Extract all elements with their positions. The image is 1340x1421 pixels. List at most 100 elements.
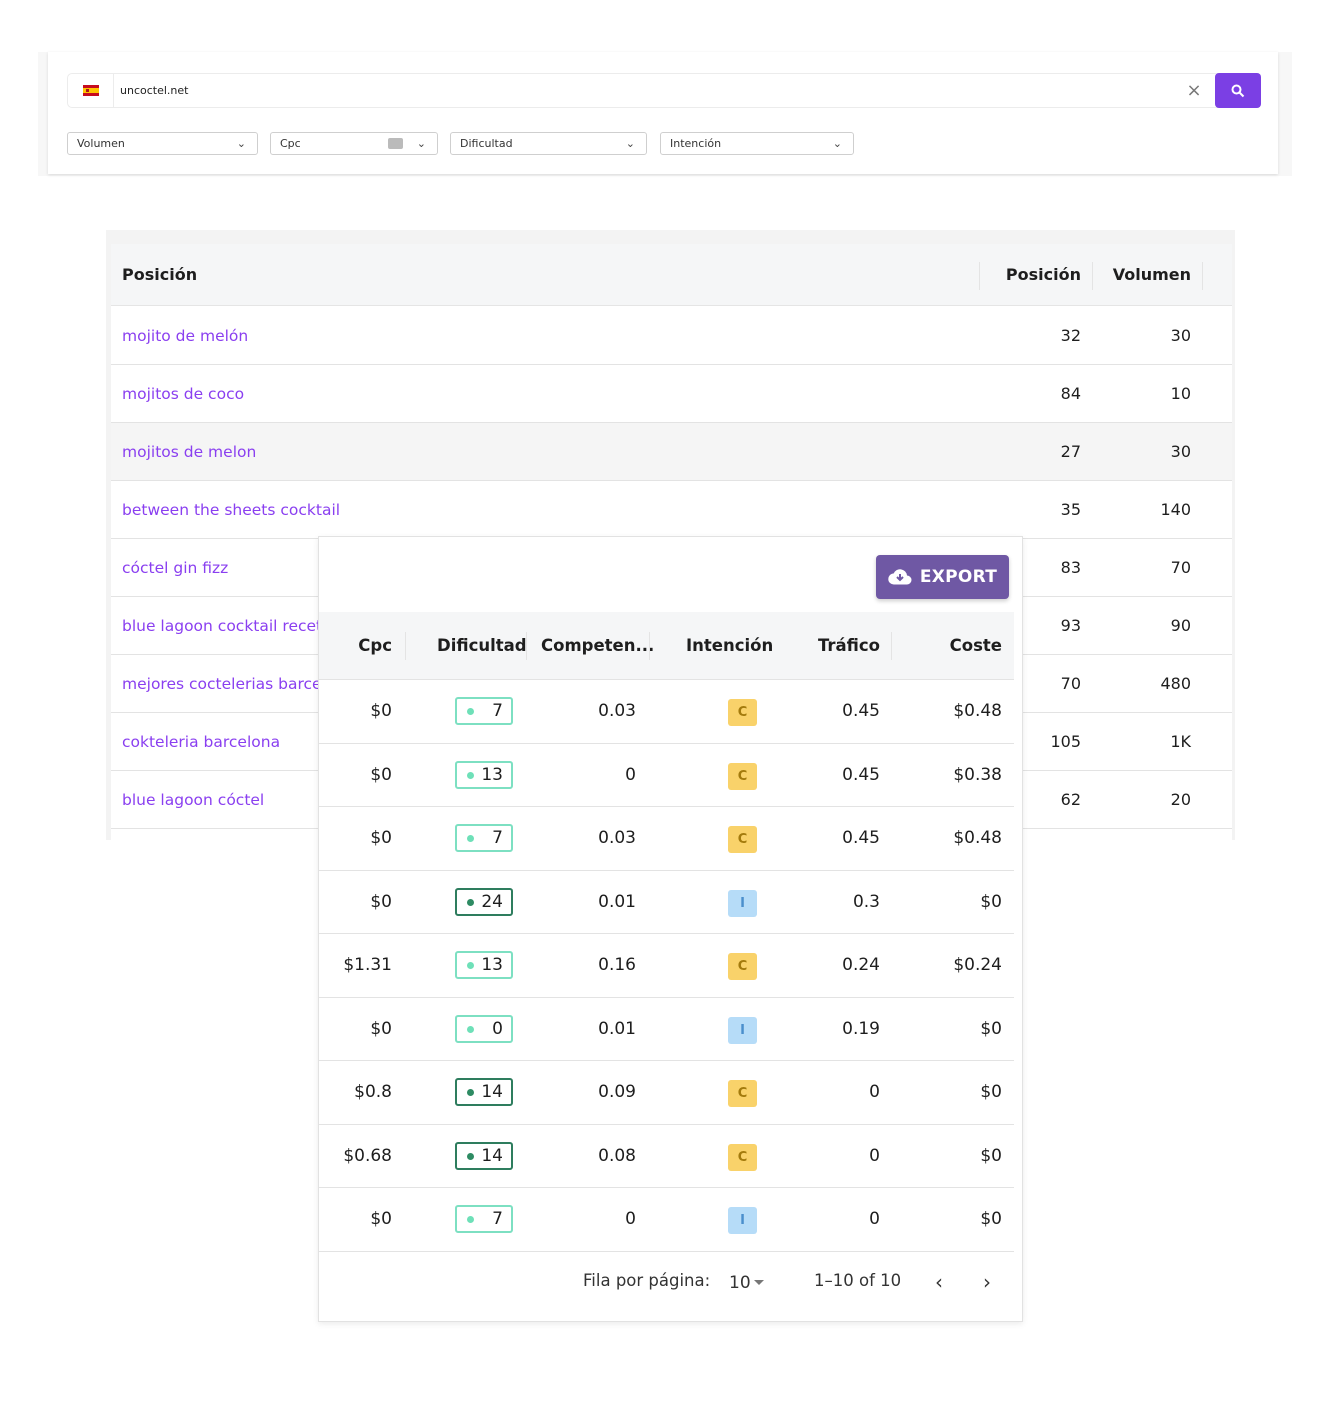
difficulty-badge: 14 <box>455 1141 513 1170</box>
position-value: 32 <box>1060 326 1081 345</box>
difficulty-value: 7 <box>492 701 503 721</box>
competition-value: 0.01 <box>598 1018 636 1039</box>
cost-value: $0.48 <box>953 701 1002 721</box>
search-card: × Volumen ⌄ Cpc ⌄ Dificultad ⌄ Intención… <box>38 52 1292 176</box>
next-page-icon[interactable]: › <box>975 1270 999 1294</box>
spain-flag-icon <box>82 85 99 96</box>
column-header-position[interactable]: Posición <box>1001 244 1081 306</box>
table-row[interactable]: between the sheets cocktail 35 140 <box>111 481 1232 539</box>
intent-badge: C <box>728 953 757 980</box>
column-divider <box>891 632 892 660</box>
keyword-link[interactable]: between the sheets cocktail <box>122 481 340 539</box>
keyboard-icon <box>388 138 403 149</box>
domain-input[interactable] <box>120 74 1120 107</box>
table-header: Cpc Dificultad Competen... Intención Trá… <box>319 612 1014 680</box>
difficulty-badge: 0 <box>455 1014 513 1043</box>
keyword-link[interactable]: cóctel gin fizz <box>122 539 228 597</box>
search-button[interactable] <box>1215 73 1261 108</box>
table-row[interactable]: mojitos de coco 84 10 <box>111 365 1232 423</box>
cloud-download-icon <box>888 569 912 585</box>
volume-value: 70 <box>1170 558 1191 577</box>
cpc-value: $1.31 <box>343 955 392 975</box>
volume-value: 90 <box>1170 616 1191 635</box>
intent-badge: I <box>728 1207 757 1234</box>
difficulty-dot-icon <box>467 1216 474 1223</box>
column-divider <box>405 632 406 660</box>
table-row[interactable]: mojito de melón 32 30 <box>111 307 1232 365</box>
difficulty-dot-icon <box>467 1152 474 1160</box>
filter-dificultad[interactable]: Dificultad ⌄ <box>450 132 647 155</box>
column-header-traffic[interactable]: Tráfico <box>799 612 880 680</box>
rows-per-page-select[interactable]: 10 <box>729 1252 751 1314</box>
country-selector[interactable] <box>68 74 114 107</box>
table-row[interactable]: $1.31 13 0.16 C 0.24 $0.24 <box>319 934 1014 998</box>
difficulty-badge: 14 <box>455 1078 513 1106</box>
cost-value: $0.48 <box>953 828 1002 848</box>
column-header-volume[interactable]: Volumen <box>1111 244 1191 306</box>
table-row[interactable]: $0 7 0.03 C 0.45 $0.48 <box>319 680 1014 744</box>
position-value: 84 <box>1060 384 1081 403</box>
competition-value: 0 <box>625 764 636 785</box>
table-row[interactable]: $0.8 14 0.09 C 0 $0 <box>319 1061 1014 1125</box>
difficulty-badge: 7 <box>455 697 513 725</box>
filter-volumen[interactable]: Volumen ⌄ <box>67 132 258 155</box>
pagination: Fila por página: 10 1–10 of 10 ‹ › <box>319 1252 1014 1314</box>
filter-label: Intención <box>670 137 722 150</box>
intent-badge: C <box>728 826 757 853</box>
keyword-link[interactable]: mojitos de coco <box>122 365 244 423</box>
cpc-value: $0.68 <box>343 1145 392 1166</box>
competition-value: 0.09 <box>598 1082 636 1102</box>
rows-per-page-label: Fila por página: <box>583 1271 711 1290</box>
keyword-link[interactable]: blue lagoon cóctel <box>122 771 264 829</box>
intent-badge: C <box>728 1143 757 1171</box>
table-row[interactable]: mojitos de melon 27 30 <box>111 423 1232 481</box>
difficulty-value: 14 <box>481 1082 503 1102</box>
difficulty-badge: 13 <box>455 760 513 789</box>
traffic-value: 0 <box>869 1082 880 1102</box>
metrics-table-card: EXPORT Cpc Dificultad Competen... Intenc… <box>318 536 1023 1322</box>
traffic-value: 0 <box>869 1145 880 1166</box>
column-header-cpc[interactable]: Cpc <box>339 612 392 680</box>
table-row[interactable]: $0 7 0.03 C 0.45 $0.48 <box>319 807 1014 871</box>
pagination-range: 1–10 of 10 <box>814 1271 902 1290</box>
cost-value: $0 <box>980 891 1002 912</box>
traffic-value: 0.45 <box>842 701 880 721</box>
keyword-link[interactable]: cokteleria barcelona <box>122 713 280 771</box>
filter-intencion[interactable]: Intención ⌄ <box>660 132 854 155</box>
traffic-value: 0.19 <box>842 1018 880 1039</box>
clear-icon[interactable]: × <box>1185 82 1203 100</box>
export-button[interactable]: EXPORT <box>876 555 1009 599</box>
filter-label: Volumen <box>77 137 125 150</box>
keyword-link[interactable]: mojito de melón <box>122 307 248 365</box>
table-header: Posición Posición Volumen <box>111 244 1232 306</box>
keyword-link[interactable]: mojitos de melon <box>122 423 256 481</box>
cpc-value: $0 <box>370 828 392 848</box>
table-row[interactable]: $0 24 0.01 I 0.3 $0 <box>319 871 1014 934</box>
filter-cpc[interactable]: Cpc ⌄ <box>270 132 438 155</box>
column-header-competition[interactable]: Competen... <box>541 612 654 680</box>
column-header-cost[interactable]: Coste <box>919 612 1002 680</box>
keyword-link[interactable]: blue lagoon cocktail receta <box>122 597 332 655</box>
table-row[interactable]: $0 0 0.01 I 0.19 $0 <box>319 998 1014 1061</box>
column-header-difficulty[interactable]: Dificultad <box>437 612 527 680</box>
position-value: 27 <box>1060 442 1081 461</box>
difficulty-value: 14 <box>481 1145 503 1166</box>
column-header-keyword[interactable]: Posición <box>122 244 197 306</box>
competition-value: 0.16 <box>598 955 636 975</box>
table-row[interactable]: $0.68 14 0.08 C 0 $0 <box>319 1125 1014 1188</box>
difficulty-value: 13 <box>481 764 503 785</box>
column-divider <box>649 632 650 660</box>
chevron-down-icon: ⌄ <box>236 137 246 150</box>
intent-badge: I <box>728 1016 757 1044</box>
previous-page-icon[interactable]: ‹ <box>927 1270 951 1294</box>
competition-value: 0 <box>625 1209 636 1229</box>
table-row[interactable]: $0 13 0 C 0.45 $0.38 <box>319 744 1014 807</box>
caret-down-icon[interactable] <box>754 1280 764 1285</box>
table-row[interactable]: $0 7 0 I 0 $0 <box>319 1188 1014 1252</box>
cost-value: $0 <box>980 1145 1002 1166</box>
intent-badge: C <box>728 699 757 726</box>
column-header-intent[interactable]: Intención <box>686 612 773 680</box>
volume-value: 20 <box>1170 790 1191 809</box>
competition-value: 0.03 <box>598 701 636 721</box>
search-panel: × Volumen ⌄ Cpc ⌄ Dificultad ⌄ Intención… <box>48 52 1278 174</box>
